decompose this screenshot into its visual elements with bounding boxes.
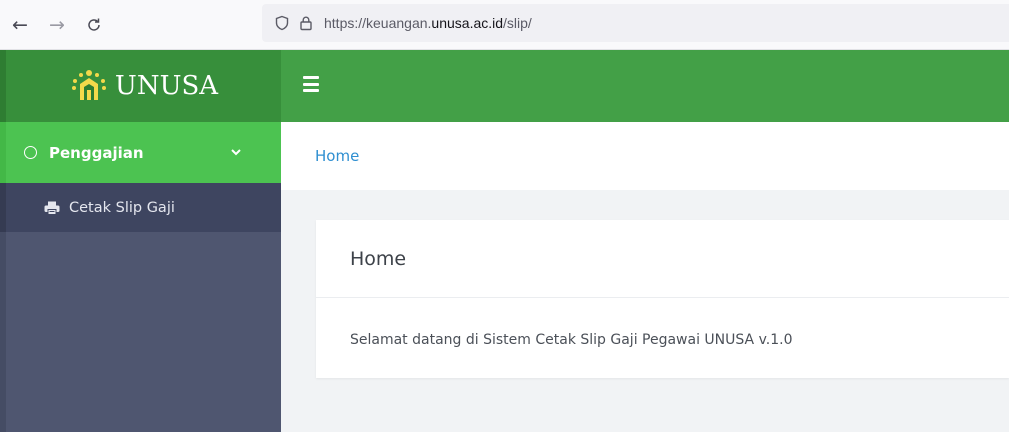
chevron-down-icon[interactable] [231, 146, 241, 159]
brand-logo[interactable]: UNUSA [0, 50, 281, 122]
browser-toolbar: ← → https://keuangan.unusa.ac.id/slip/ [0, 0, 1009, 50]
breadcrumb: Home [281, 122, 1009, 190]
sidebar-item-label: Cetak Slip Gaji [69, 199, 175, 216]
breadcrumb-home-link[interactable]: Home [315, 147, 359, 165]
shield-icon[interactable] [274, 15, 290, 31]
brand-name: UNUSA [114, 71, 219, 101]
card-title: Home [316, 220, 1009, 298]
sidebar-item-penggajian[interactable]: Penggajian [0, 122, 281, 183]
top-header [281, 50, 1009, 122]
circle-icon [24, 146, 37, 159]
sidebar: UNUSA Penggajian Cetak Slip Gaji [0, 50, 281, 432]
url-text[interactable]: https://keuangan.unusa.ac.id/slip/ [324, 15, 532, 31]
lock-icon[interactable] [298, 15, 314, 31]
reload-icon[interactable] [82, 13, 106, 37]
hamburger-icon[interactable] [303, 76, 319, 92]
forward-arrow-icon[interactable]: → [45, 13, 69, 37]
printer-icon [44, 201, 60, 215]
home-card: Home Selamat datang di Sistem Cetak Slip… [316, 220, 1009, 378]
sidebar-item-cetak-slip-gaji[interactable]: Cetak Slip Gaji [0, 183, 281, 232]
welcome-message: Selamat datang di Sistem Cetak Slip Gaji… [350, 332, 793, 348]
sidebar-empty-area [0, 232, 281, 432]
sidebar-item-label: Penggajian [49, 143, 144, 162]
back-arrow-icon[interactable]: ← [8, 13, 32, 37]
unusa-logo-icon [71, 70, 106, 100]
url-bar[interactable]: https://keuangan.unusa.ac.id/slip/ [262, 4, 1009, 42]
